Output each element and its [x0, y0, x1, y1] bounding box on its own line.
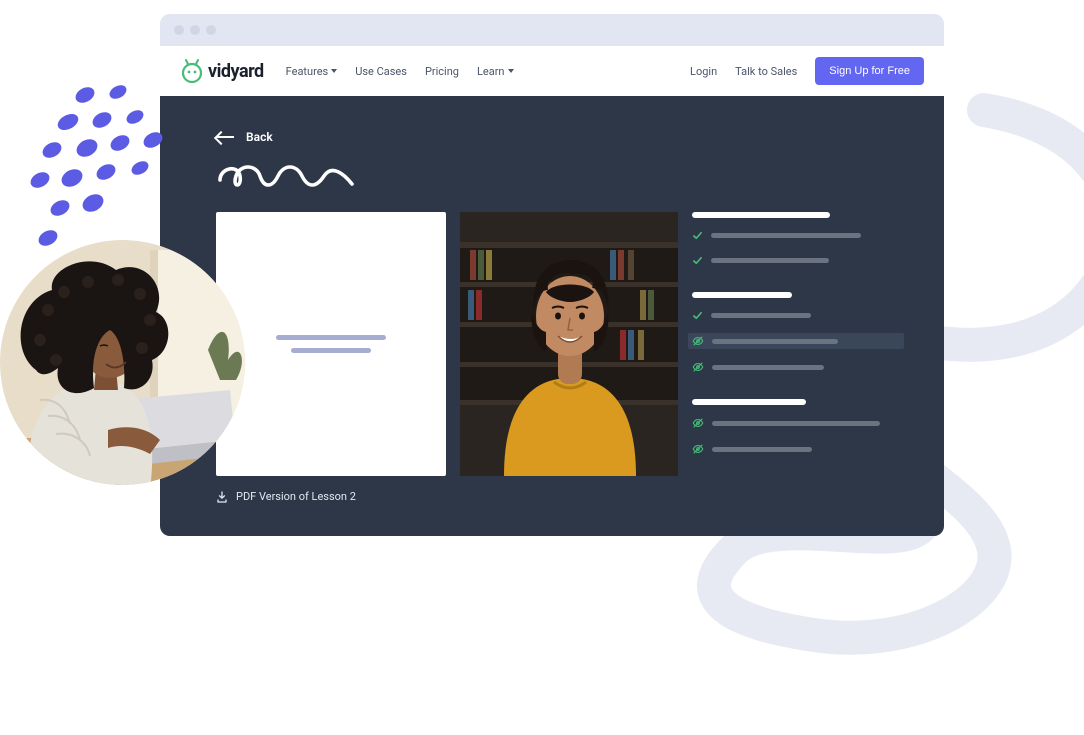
browser-chrome — [160, 14, 944, 46]
playlist-item[interactable] — [692, 253, 904, 268]
download-icon — [216, 491, 228, 503]
placeholder-line — [291, 348, 371, 353]
eye-off-icon — [692, 361, 704, 373]
placeholder-line — [711, 313, 811, 318]
playlist-item[interactable] — [692, 415, 904, 431]
playlist-item[interactable] — [692, 228, 904, 243]
nav-login[interactable]: Login — [690, 65, 717, 78]
nav-use-cases[interactable]: Use Cases — [355, 65, 407, 78]
lesson-video[interactable] — [460, 212, 678, 476]
check-icon — [692, 310, 703, 321]
learner-photo — [0, 240, 245, 485]
chevron-down-icon — [331, 69, 337, 73]
nav-items: Features Use Cases Pricing Learn — [286, 65, 514, 78]
back-label: Back — [246, 130, 273, 144]
brand-name: vidyard — [208, 61, 264, 82]
nav-right: Login Talk to Sales Sign Up for Free — [690, 57, 924, 85]
nav-learn[interactable]: Learn — [477, 65, 514, 78]
nav-features[interactable]: Features — [286, 65, 338, 78]
playlist-item[interactable] — [692, 359, 904, 375]
vidyard-icon — [180, 59, 204, 83]
signup-button[interactable]: Sign Up for Free — [815, 57, 924, 85]
brand-logo[interactable]: vidyard — [180, 59, 264, 83]
placeholder-line — [276, 335, 386, 340]
playlist-item[interactable] — [692, 308, 904, 323]
chevron-down-icon — [508, 69, 514, 73]
browser-dot-icon — [190, 25, 200, 35]
playlist-section-heading — [692, 212, 830, 218]
lesson-playlist — [692, 212, 904, 476]
eye-off-icon — [692, 335, 704, 347]
placeholder-line — [712, 365, 824, 370]
arrow-left-icon — [216, 136, 234, 138]
eye-off-icon — [692, 443, 704, 455]
placeholder-line — [711, 233, 861, 238]
notes-panel — [216, 212, 446, 476]
nav-talk-to-sales[interactable]: Talk to Sales — [735, 65, 797, 78]
browser-dot-icon — [206, 25, 216, 35]
placeholder-line — [712, 421, 880, 426]
playlist-section-heading — [692, 399, 806, 405]
browser-dot-icon — [174, 25, 184, 35]
playlist-section-heading — [692, 292, 792, 298]
lesson-panel: Back — [160, 96, 944, 536]
back-button[interactable]: Back — [216, 130, 904, 144]
check-icon — [692, 230, 703, 241]
placeholder-line — [711, 258, 829, 263]
decorative-squiggle — [216, 162, 356, 190]
placeholder-line — [712, 339, 838, 344]
pdf-download-link[interactable]: PDF Version of Lesson 2 — [216, 490, 904, 503]
check-icon — [692, 255, 703, 266]
playlist-item[interactable] — [692, 441, 904, 457]
playlist-item[interactable] — [688, 333, 904, 349]
top-nav: vidyard Features Use Cases Pricing Learn… — [160, 46, 944, 96]
placeholder-line — [712, 447, 812, 452]
nav-pricing[interactable]: Pricing — [425, 65, 459, 78]
pdf-download-label: PDF Version of Lesson 2 — [236, 490, 356, 503]
eye-off-icon — [692, 417, 704, 429]
